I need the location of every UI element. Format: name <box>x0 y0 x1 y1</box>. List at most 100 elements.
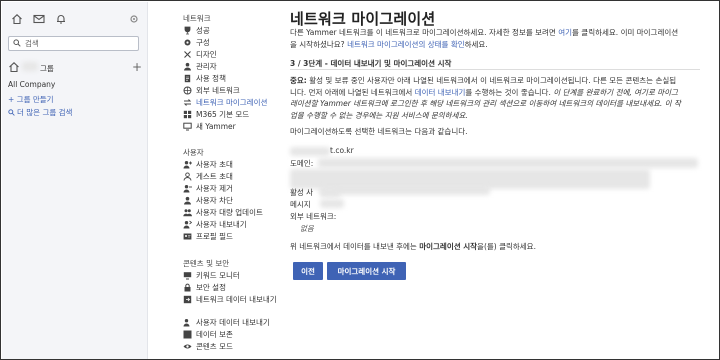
nav-item-invite-users[interactable]: 사용자 초대 <box>183 159 233 170</box>
redacted-network-name <box>290 147 330 156</box>
nav-item-admins[interactable]: 관리자 <box>183 61 217 72</box>
nav-item-export-network-data[interactable]: 네트워크 데이터 내보내기 <box>183 294 282 305</box>
nav-item-design[interactable]: 디자인 <box>183 49 217 60</box>
arrows-icon <box>183 98 192 107</box>
nav-item-label: 외부 네트워크 <box>196 86 240 95</box>
bell-icon[interactable] <box>54 12 67 25</box>
trophy-icon <box>183 26 192 35</box>
field-domain-label: 도메인: <box>290 159 314 168</box>
nav-item-security-settings[interactable]: 보안 설정 <box>183 282 226 293</box>
nav-item-block-users[interactable]: 사용자 차단 <box>183 195 233 206</box>
search-icon <box>8 109 15 118</box>
redacted-domain <box>318 158 698 168</box>
nav-item-label: 사용자 초대 <box>196 160 233 169</box>
final-text-bold: 마이그레이션 시작 <box>419 242 478 251</box>
group-all-company[interactable]: All Company <box>8 80 55 89</box>
nav-item-network-migration[interactable]: 네트워크 마이그레이션 <box>183 97 267 108</box>
nav-item-new-yammer[interactable]: 새 Yammer <box>183 121 236 132</box>
nav-item-keyword-monitor[interactable]: 키워드 모니터 <box>183 270 240 281</box>
gear-icon[interactable] <box>129 14 139 26</box>
nav-item-label: 사용자 차단 <box>196 196 233 205</box>
profile-card-icon <box>183 232 192 241</box>
nav-item-profile-fields[interactable]: 프로필 필드 <box>183 231 233 242</box>
nav-item-success[interactable]: 성공 <box>183 25 210 36</box>
user-export-icon <box>183 220 192 229</box>
nav-item-invite-guests[interactable]: 게스트 초대 <box>183 171 233 182</box>
important-text: 활성 및 보류 중인 사용자만 아래 나열된 네트워크에서 이 네트워크로 마이… <box>306 76 677 85</box>
field-messages-label: 메시지 <box>290 200 311 209</box>
network-domain-fragment: t.co.kr <box>330 146 354 155</box>
field-external-networks-value: 없음 <box>300 224 314 233</box>
nav-item-label: 성공 <box>196 26 210 35</box>
field-external-networks-label: 외부 네트워크: <box>290 212 337 221</box>
migration-status-link[interactable]: 네트워크 마이그레이션의 상태를 확인 <box>347 40 465 49</box>
intro-text-part: 하세요. <box>464 39 488 49</box>
intro-text-part: 을 시작하셨나요? <box>290 39 348 49</box>
nav-item-label: 사용자 내보내기 <box>196 220 247 229</box>
nav-item-label: 사용자 대량 업데이트 <box>196 208 263 217</box>
search-icon <box>13 38 21 49</box>
create-group-link[interactable]: + 그룹 만들기 <box>8 94 54 105</box>
nav-item-data-retention[interactable]: 데이터 보존 <box>183 329 233 340</box>
nav-item-label: 보안 설정 <box>196 283 226 292</box>
user-export-icon <box>183 318 192 327</box>
export-icon <box>183 295 192 304</box>
user-plus-icon <box>183 160 192 169</box>
nav-section-users: 사용자 <box>183 148 204 157</box>
nav-item-label: 네트워크 데이터 내보내기 <box>196 295 277 304</box>
search-input[interactable]: 검색 <box>8 36 139 51</box>
nav-section-network: 네트워크 <box>183 14 211 23</box>
nav-item-usage-policy[interactable]: 사용 정책 <box>183 73 226 84</box>
grid-icon <box>183 110 192 119</box>
important-italic: 레이션할 Yammer 네트워크에 로그인한 후 해당 네트워크의 관리 섹션으… <box>290 99 681 108</box>
page-title: 네트워크 마이그레이션 <box>290 10 436 28</box>
final-text: 위 네트워크에서 데이터를 내보낸 후에는 <box>290 242 420 251</box>
globe-icon <box>183 86 192 95</box>
nav-item-export-user-data[interactable]: 사용자 데이터 내보내기 <box>183 317 270 328</box>
nav-item-label: 사용자 제거 <box>196 184 233 193</box>
nav-item-label: 데이터 보존 <box>196 330 233 339</box>
mail-icon[interactable] <box>32 12 45 25</box>
redacted-block <box>320 185 490 195</box>
nav-item-remove-users[interactable]: 사용자 제거 <box>183 183 233 194</box>
nav-item-m365-native-mode[interactable]: M365 기본 모드 <box>183 109 249 120</box>
nav-item-label: 사용자 데이터 내보내기 <box>196 318 270 327</box>
nav-item-export-users[interactable]: 사용자 내보내기 <box>183 219 247 230</box>
add-group-button[interactable]: + <box>132 60 142 74</box>
user-icon <box>183 62 192 71</box>
home-group-icon <box>8 61 20 75</box>
more-info-link[interactable]: 여기 <box>558 28 572 37</box>
search-placeholder: 검색 <box>25 39 39 48</box>
monitor-icon <box>183 271 192 280</box>
nav-item-configuration[interactable]: 구성 <box>183 37 210 48</box>
lock-icon <box>183 283 192 292</box>
user-remove-icon <box>183 184 192 193</box>
start-migration-button[interactable]: 마이그레이션 시작 <box>327 262 406 280</box>
eye-icon <box>183 342 192 351</box>
monitor-icon <box>183 122 192 131</box>
intro-text-part: 다른 Yammer 네트워크를 이 네트워크로 마이그레이션하세요. 자세한 정… <box>290 28 559 37</box>
important-italic: 업을 수행할 수 없는 경우에는 지원 서비스에 문의하세요. <box>290 110 468 120</box>
nav-item-bulk-update-users[interactable]: 사용자 대량 업데이트 <box>183 207 263 218</box>
final-instruction: 위 네트워크에서 데이터를 내보낸 후에는 마이그레이션 시작을(를) 클릭하세… <box>290 241 700 253</box>
find-more-groups-link[interactable]: 더 많은 그룹 검색 <box>8 107 72 118</box>
gear-icon <box>183 38 192 47</box>
nav-item-label: 구성 <box>196 38 210 47</box>
export-data-link[interactable]: 데이터 내보내기 <box>415 88 466 97</box>
selected-networks-text: 마이그레이션하도록 선택한 네트워크는 다음과 같습니다. <box>290 127 468 136</box>
home-icon[interactable] <box>10 12 23 25</box>
main-content: 네트워크 마이그레이션 다른 Yammer 네트워크를 이 네트워크로 마이그레… <box>290 1 710 359</box>
nav-item-label: 새 Yammer <box>196 122 236 131</box>
previous-button[interactable]: 이전 <box>293 262 323 280</box>
nav-item-label: 키워드 모니터 <box>196 271 240 280</box>
divider <box>290 69 700 70</box>
important-text: 를 수행하는 것이 좋습니다. <box>465 87 554 97</box>
nav-item-label: 네트워크 마이그레이션 <box>196 98 268 107</box>
nav-item-external-networks[interactable]: 외부 네트워크 <box>183 85 240 96</box>
scissors-icon <box>183 50 192 59</box>
nav-item-content-mode[interactable]: 콘텐츠 모드 <box>183 341 233 352</box>
important-italic: 이 단계를 완료하기 전에, 여기로 마이그 <box>553 87 678 97</box>
intro-text-part: 를 클릭하세요. 이미 마이그레이션 <box>572 28 679 37</box>
left-rail: 검색 그룹 + All Company + 그룹 만들기 더 많은 그룹 검색 <box>2 2 148 359</box>
users-icon <box>183 208 192 217</box>
